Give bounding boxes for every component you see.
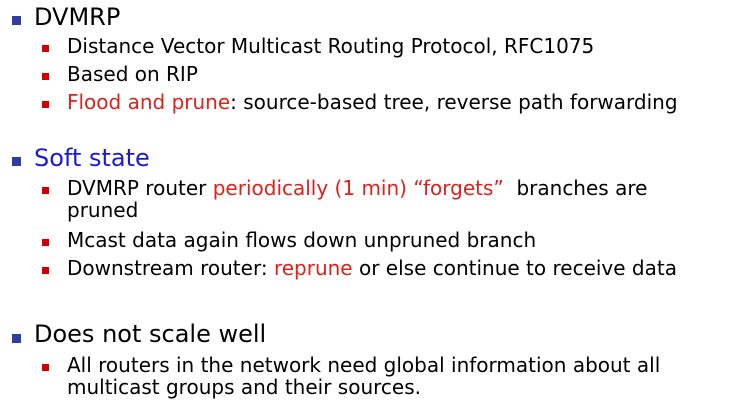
item-text: DVMRP router bbox=[67, 176, 213, 200]
list-item: Based on RIP bbox=[67, 63, 198, 86]
bullet-square-icon bbox=[12, 334, 21, 343]
bullet-square-icon bbox=[42, 267, 49, 274]
item-text: pruned bbox=[67, 198, 139, 222]
item-text: branches are bbox=[503, 176, 648, 200]
list-item: DVMRP router periodically (1 min) “forge… bbox=[67, 177, 647, 200]
heading-scale: Does not scale well bbox=[34, 320, 266, 348]
item-text: multicast groups and their sources. bbox=[67, 375, 421, 399]
bullet-square-icon bbox=[42, 73, 49, 80]
list-item-continuation: pruned bbox=[67, 199, 138, 222]
list-item: All routers in the network need global i… bbox=[67, 354, 660, 377]
heading-dvmrp: DVMRP bbox=[34, 3, 120, 31]
bullet-square-icon bbox=[42, 101, 49, 108]
heading-text: Does not scale well bbox=[34, 320, 267, 348]
list-item: Distance Vector Multicast Routing Protoc… bbox=[67, 35, 594, 58]
list-item-continuation: multicast groups and their sources. bbox=[67, 376, 421, 399]
list-item: Mcast data again flows down unpruned bra… bbox=[67, 229, 536, 252]
item-text: Distance Vector Multicast Routing Protoc… bbox=[67, 34, 595, 58]
slide: DVMRP Distance Vector Multicast Routing … bbox=[0, 0, 741, 406]
highlight-text: reprune bbox=[273, 256, 353, 280]
bullet-square-icon bbox=[12, 16, 21, 25]
item-text: Based on RIP bbox=[67, 62, 198, 86]
bullet-square-icon bbox=[42, 239, 49, 246]
list-item: Downstream router: reprune or else conti… bbox=[67, 257, 677, 280]
bullet-square-icon bbox=[42, 187, 49, 194]
item-text: Downstream router: bbox=[67, 256, 274, 280]
heading-text: Soft state bbox=[34, 144, 150, 172]
list-item: Flood and prune: source-based tree, reve… bbox=[67, 91, 678, 114]
heading-soft-state: Soft state bbox=[34, 144, 150, 172]
highlight-text: periodically (1 min) “forgets” bbox=[212, 176, 504, 200]
heading-text: DVMRP bbox=[34, 3, 121, 31]
bullet-square-icon bbox=[42, 45, 49, 52]
item-text: : source-based tree, reverse path forwar… bbox=[230, 90, 678, 114]
bullet-square-icon bbox=[12, 157, 21, 166]
highlight-text: Flood and prune bbox=[67, 90, 231, 114]
bullet-square-icon bbox=[42, 364, 49, 371]
item-text: or else continue to receive data bbox=[352, 256, 677, 280]
item-text: All routers in the network need global i… bbox=[67, 353, 661, 377]
item-text: Mcast data again flows down unpruned bra… bbox=[67, 228, 537, 252]
